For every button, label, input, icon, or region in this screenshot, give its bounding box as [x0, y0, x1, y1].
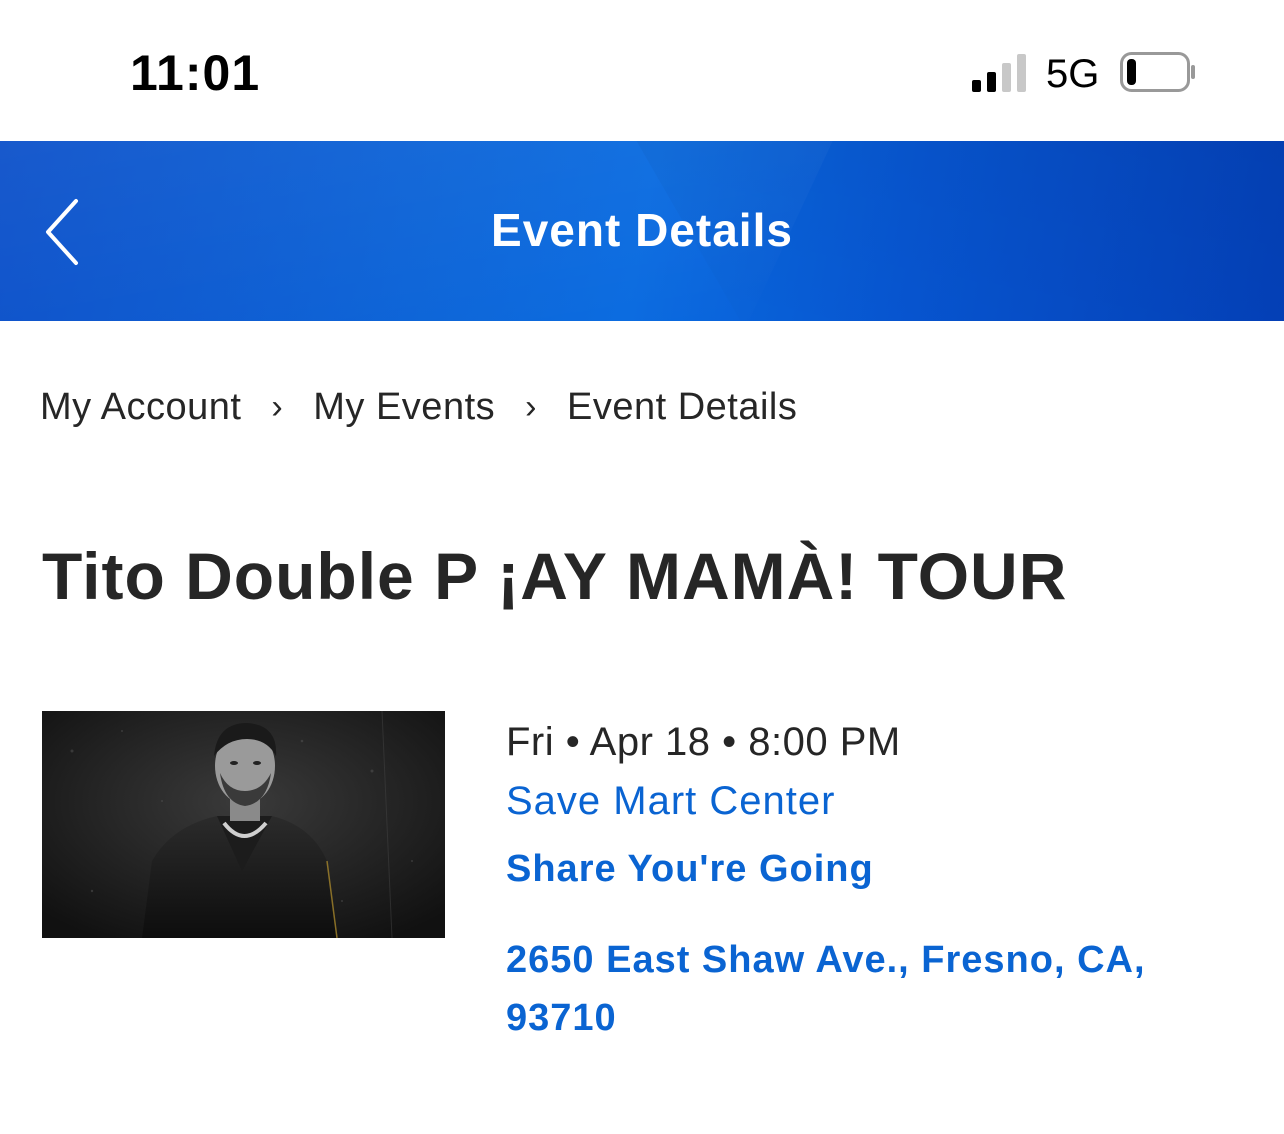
event-artist-image	[42, 711, 445, 938]
network-type: 5G	[1046, 52, 1100, 96]
status-time: 11:01	[130, 45, 261, 101]
venue-link[interactable]: Save Mart Center	[506, 772, 1246, 832]
event-title: Tito Double P ¡AY MAMÀ! TOUR	[42, 539, 1068, 613]
app-header: Event Details	[0, 141, 1284, 321]
cellular-signal-icon	[972, 54, 1026, 92]
header-title: Event Details	[491, 204, 793, 256]
breadcrumb-my-events[interactable]: My Events	[313, 386, 495, 429]
event-datetime: Fri • Apr 18 • 8:00 PM	[506, 720, 901, 764]
breadcrumb-separator: ›	[271, 388, 284, 426]
venue-address-link[interactable]: 2650 East Shaw Ave., Fresno, CA, 93710	[506, 931, 1186, 1047]
breadcrumb: My Account › My Events › Event Details	[40, 386, 797, 429]
status-bar: 11:01 5G	[0, 0, 1284, 140]
breadcrumb-my-account[interactable]: My Account	[40, 386, 241, 429]
share-youre-going-link[interactable]: Share You're Going	[506, 848, 1246, 891]
event-info: Fri • Apr 18 • 8:00 PM Save Mart Center …	[506, 716, 1246, 1047]
breadcrumb-event-details: Event Details	[566, 386, 798, 428]
breadcrumb-separator: ›	[525, 388, 537, 426]
battery-low-icon	[1120, 52, 1195, 92]
